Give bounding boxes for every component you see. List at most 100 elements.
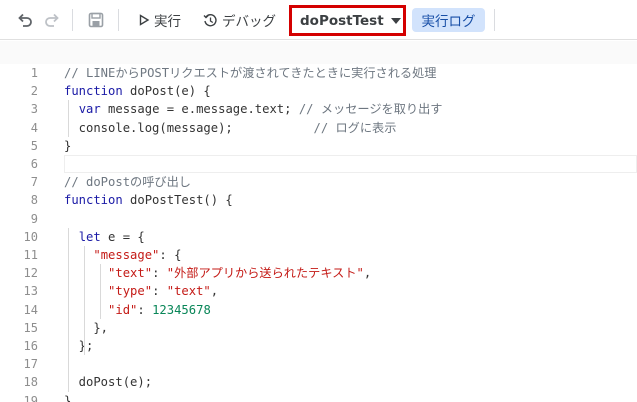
- code-token: function: [64, 84, 123, 99]
- code-line: 4 console.log(message); // ログに表示: [0, 119, 637, 137]
- line-number: 10: [23, 229, 38, 244]
- code-text: }: [64, 137, 71, 155]
- code-token: console.log(message);: [64, 120, 314, 135]
- code-text: console.log(message); // ログに表示: [64, 119, 397, 137]
- toolbar-separator: [118, 9, 119, 31]
- line-number: 11: [23, 248, 38, 262]
- code-token: doPostTest() {: [122, 193, 233, 208]
- line-number: 3: [30, 102, 38, 117]
- toolbar-separator: [72, 9, 73, 31]
- code-token: var: [78, 102, 101, 117]
- editor-top-strip: [0, 41, 637, 64]
- line-number: 5: [30, 138, 38, 153]
- line-number: 7: [30, 175, 38, 190]
- code-line: 12 "text": "外部アプリから送られたテキスト",: [0, 264, 637, 282]
- line-number: 15: [23, 320, 38, 335]
- indent-guide: [100, 264, 101, 319]
- code-token: ,: [363, 266, 372, 281]
- code-text: }: [64, 392, 71, 402]
- toolbar-separator: [494, 9, 495, 31]
- code-text: // doPostの呼び出し: [64, 173, 191, 191]
- line-number: 2: [30, 84, 38, 99]
- code-token: :: [152, 284, 167, 299]
- line-number: 12: [23, 266, 38, 281]
- editor-toolbar: 実行 デバッグ doPostTest 実行ログ: [0, 0, 637, 40]
- code-editor[interactable]: 1 // LINEからPOSTリクエストが渡されてきたときに実行される処理 2 fun…: [0, 41, 637, 402]
- code-line: 1 // LINEからPOSTリクエストが渡されてきたときに実行される処理: [0, 64, 637, 82]
- code-text: },: [64, 319, 108, 337]
- line-number: 1: [30, 66, 38, 80]
- code-text: "text": "外部アプリから送られたテキスト",: [64, 264, 371, 282]
- line-number: 14: [23, 302, 38, 317]
- line-number: 4: [30, 120, 38, 135]
- code-token: doPost(e) {: [122, 84, 211, 99]
- debug-label: デバッグ: [222, 14, 276, 30]
- code-text: doPost(e);: [64, 373, 152, 391]
- code-token: doPost(e);: [64, 375, 153, 390]
- code-token: "id": [108, 302, 138, 317]
- code-token: // メッセージを取り出す: [298, 102, 443, 117]
- code-text: "message": {: [64, 246, 181, 264]
- code-text: function doPost(e) {: [64, 82, 211, 100]
- code-token: e = {: [100, 229, 145, 244]
- code-token: // LINEからPOSTリクエストが渡されてきたときに実行される処理: [64, 66, 437, 80]
- run-button[interactable]: 実行: [138, 10, 181, 30]
- code-token: function: [64, 193, 123, 208]
- code-token: "message": [93, 248, 160, 262]
- code-token: "外部アプリから送られたテキスト": [166, 266, 364, 281]
- code-token: :: [152, 266, 167, 281]
- code-token: "type": [108, 284, 153, 299]
- code-token: },: [64, 320, 109, 335]
- code-line: 7 // doPostの呼び出し: [0, 173, 637, 191]
- code-line: 8 function doPostTest() {: [0, 191, 637, 209]
- code-line: 17: [0, 355, 637, 373]
- undo-icon[interactable]: [16, 11, 34, 29]
- code-token: 12345678: [152, 302, 211, 317]
- code-text: "id": 12345678: [64, 301, 211, 319]
- play-icon: [139, 14, 150, 26]
- code-line: 5}: [0, 137, 637, 155]
- line-number: 8: [30, 193, 38, 208]
- line-number: 19: [23, 393, 38, 402]
- code-text: // LINEからPOSTリクエストが渡されてきたときに実行される処理: [64, 64, 436, 82]
- function-select[interactable]: doPostTest: [289, 5, 406, 36]
- code-line: 16 };: [0, 337, 637, 355]
- line-number: 9: [30, 211, 38, 226]
- code-line: 19}: [0, 392, 637, 402]
- code-token: }: [64, 138, 72, 153]
- code-token: "text": [166, 284, 211, 299]
- code-text: function doPostTest() {: [64, 191, 233, 209]
- code-text: var message = e.message.text; // メッセージを取…: [64, 100, 443, 118]
- indent-guide: [68, 100, 69, 137]
- line-number: 18: [23, 375, 38, 390]
- code-token: let: [78, 229, 101, 244]
- execution-log-button[interactable]: 実行ログ: [412, 8, 485, 32]
- execution-log-label: 実行ログ: [421, 14, 476, 30]
- code-line: 11 "message": {: [0, 246, 637, 264]
- function-select-value: doPostTest: [300, 12, 384, 29]
- debug-icon: [203, 13, 217, 26]
- save-icon[interactable]: [87, 11, 105, 29]
- caret-down-icon: [390, 17, 401, 24]
- code-line: 10 let e = {: [0, 228, 637, 246]
- code-text: "type": "text",: [64, 282, 218, 300]
- redo-icon[interactable]: [43, 11, 61, 29]
- line-number: 17: [23, 357, 38, 372]
- code-token: }: [64, 393, 72, 402]
- debug-button[interactable]: デバッグ: [203, 10, 276, 30]
- indent-guide: [84, 246, 85, 356]
- code-line: 18 doPost(e);: [0, 373, 637, 391]
- indent-guide: [68, 227, 69, 392]
- code-token: // doPostの呼び出し: [64, 175, 191, 190]
- code-text: let e = {: [64, 228, 145, 246]
- run-label: 実行: [154, 14, 181, 30]
- code-line: 2 function doPost(e) {: [0, 82, 637, 100]
- code-line: 14 "id": 12345678: [0, 301, 637, 319]
- code-token: "text": [108, 266, 153, 281]
- line-number: 16: [23, 339, 38, 353]
